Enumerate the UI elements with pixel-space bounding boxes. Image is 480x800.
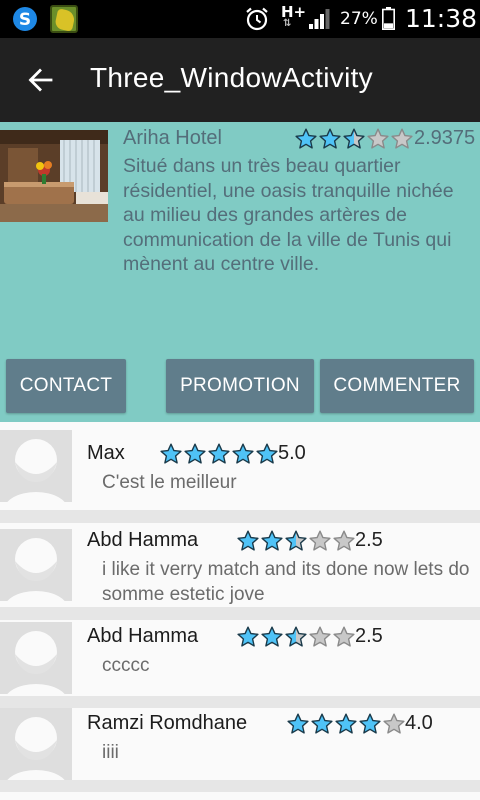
default-avatar-icon — [0, 529, 72, 601]
arrow-back-icon — [28, 68, 53, 92]
review-author: Abd Hamma — [87, 529, 199, 551]
star-filled-icon — [261, 626, 283, 647]
review-comment: iiii — [102, 742, 119, 763]
action-bar: Three_WindowActivity — [0, 38, 480, 122]
promotion-button[interactable]: PROMOTION — [166, 359, 314, 413]
review-rating-value: 5.0 — [278, 442, 306, 464]
hotel-photo[interactable] — [0, 130, 108, 222]
battery-icon — [382, 7, 395, 30]
review-item[interactable]: Abd Hamma 2.5 ccccc — [0, 620, 480, 696]
hotel-rating-value: 2.9375 — [414, 127, 476, 149]
hotel-description: Situé dans un très beau quartier résiden… — [123, 155, 454, 275]
review-comment: ccccc — [102, 655, 150, 676]
network-type-indicator: H+ ⇅ — [281, 5, 306, 29]
star-half-icon — [285, 530, 307, 551]
hotel-header: Ariha Hotel 2.9375 Situé dans un très be… — [0, 122, 480, 422]
review-rating-value: 4.0 — [405, 712, 433, 734]
star-filled-icon — [311, 713, 333, 734]
clock: 11:38 — [405, 4, 478, 33]
star-empty-icon — [309, 530, 331, 551]
default-avatar-icon — [0, 622, 72, 694]
star-filled-icon — [237, 626, 259, 647]
star-empty-icon — [367, 128, 389, 149]
contact-button[interactable]: CONTACT — [6, 359, 126, 413]
review-author: Abd Hamma — [87, 625, 199, 647]
review-rating-bar — [236, 626, 356, 648]
star-empty-icon — [333, 530, 355, 551]
star-empty-icon — [309, 626, 331, 647]
swiftkey-icon: S — [13, 7, 37, 31]
star-empty-icon — [391, 128, 413, 149]
alarm-icon — [246, 7, 268, 31]
battery-percent: 27% — [340, 9, 378, 29]
back-button[interactable] — [20, 60, 60, 100]
star-empty-icon — [333, 626, 355, 647]
default-avatar-icon — [0, 430, 72, 502]
star-filled-icon — [287, 713, 309, 734]
star-filled-icon — [208, 443, 230, 464]
review-item[interactable]: Ramzi Romdhane 4.0 iiii — [0, 708, 480, 780]
review-rating-value: 2.5 — [355, 529, 383, 551]
hotel-rating-bar — [294, 128, 414, 150]
page-title: Three_WindowActivity — [90, 62, 373, 93]
review-comment: i like it verry match and its done now l… — [102, 559, 470, 605]
avatar — [0, 430, 72, 502]
review-rating-bar — [236, 530, 356, 552]
review-author: Ramzi Romdhane — [87, 712, 248, 734]
default-avatar-icon — [0, 708, 72, 780]
avatar — [0, 622, 72, 694]
review-item-partial[interactable] — [0, 792, 480, 800]
review-item[interactable]: Max 5.0 C'est le meilleur — [0, 422, 480, 510]
review-comment: C'est le meilleur — [102, 472, 237, 493]
star-half-icon — [285, 626, 307, 647]
hotel-name: Ariha Hotel — [123, 127, 222, 149]
review-author: Max — [87, 442, 125, 464]
star-filled-icon — [319, 128, 341, 149]
star-filled-icon — [261, 530, 283, 551]
star-filled-icon — [160, 443, 182, 464]
star-empty-icon — [383, 713, 405, 734]
star-half-icon — [343, 128, 365, 149]
commenter-button[interactable]: COMMENTER — [320, 359, 474, 413]
review-item[interactable]: Abd Hamma 2.5 i like it verry match and it… — [0, 523, 480, 607]
avatar — [0, 529, 72, 601]
signal-icon — [309, 9, 330, 29]
review-rating-value: 2.5 — [355, 625, 383, 647]
star-filled-icon — [237, 530, 259, 551]
star-filled-icon — [256, 443, 278, 464]
status-bar: S H+ ⇅ 27% 11:38 — [0, 0, 480, 38]
star-filled-icon — [184, 443, 206, 464]
review-rating-bar — [286, 713, 406, 735]
avatar — [0, 708, 72, 780]
svg-text:S: S — [19, 10, 31, 30]
star-filled-icon — [335, 713, 357, 734]
game-app-icon — [50, 5, 78, 33]
star-filled-icon — [295, 128, 317, 149]
star-filled-icon — [232, 443, 254, 464]
star-filled-icon — [359, 713, 381, 734]
review-rating-bar — [159, 443, 279, 465]
